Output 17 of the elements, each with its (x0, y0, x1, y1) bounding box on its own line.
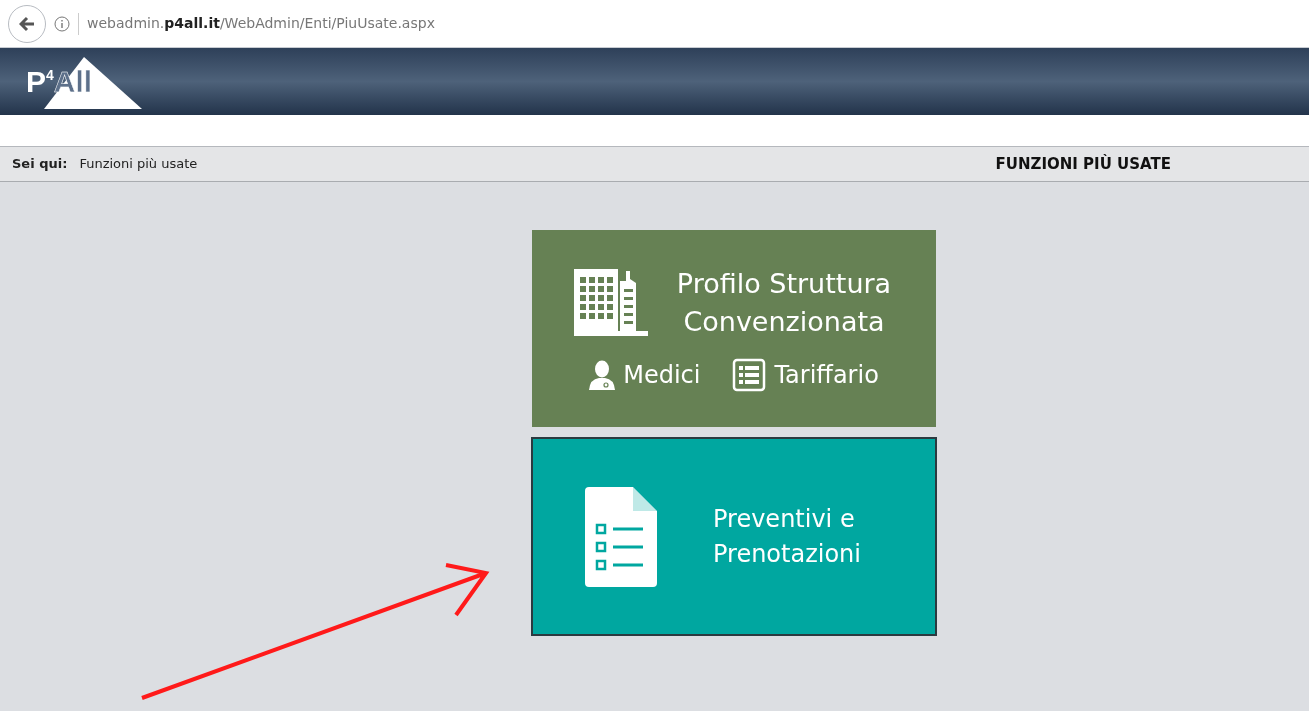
document-checklist-icon (585, 486, 657, 587)
bookings-tile[interactable]: Preventivi e Prenotazioni (531, 437, 937, 636)
tile-link[interactable]: Medici (589, 356, 701, 393)
building-icon (574, 268, 650, 337)
person-icon (589, 359, 616, 390)
back-button[interactable] (8, 4, 46, 43)
profile-tile[interactable]: Profilo Struttura Convenzionata Medici Tariffario (532, 230, 936, 427)
tile-link[interactable]: Tariffario (732, 356, 879, 393)
breadcrumb-label: Sei qui: (12, 155, 68, 174)
breadcrumb-current[interactable]: Funzioni più usate (79, 154, 198, 174)
tile-title: Profilo Struttura Convenzionata (675, 266, 893, 339)
tile-title: Preventivi e Prenotazioni (713, 503, 862, 570)
address-bar-url[interactable]: webadmin.p4all.it/WebAdmin/Enti/PiuUsate.aspx (87, 13, 435, 34)
back-arrow-icon (19, 15, 35, 32)
info-icon (54, 15, 70, 32)
page-title: FUNZIONI PIÙ USATE (995, 153, 1171, 175)
list-icon (732, 357, 767, 392)
